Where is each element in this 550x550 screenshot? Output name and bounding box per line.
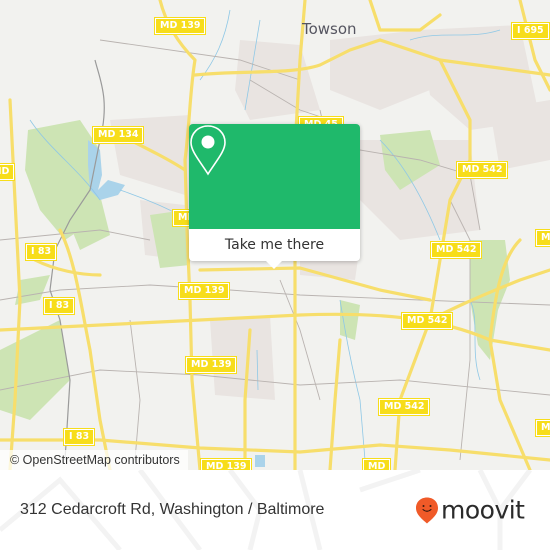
footer-bar: 312 Cedarcroft Rd, Washington / Baltimor… [0, 470, 550, 550]
map-attribution[interactable]: © OpenStreetMap contributors [0, 450, 188, 470]
road-shield-md139: MD 139 [178, 282, 231, 300]
city-label-towson: Towson [302, 20, 357, 38]
road-shield-i83: I 83 [25, 243, 58, 261]
moovit-pin-smile-icon [416, 497, 438, 523]
road-shield-md542: MD 542 [401, 312, 454, 330]
map-view[interactable]: Towson MD 139 I 695 MD 134 MD 45 MD 542 … [0, 0, 550, 470]
address-text: 312 Cedarcroft Rd, Washington / Baltimor… [20, 501, 325, 518]
popup-pointer [266, 261, 282, 269]
road-shield-i83: I 83 [43, 297, 76, 315]
road-shield-md139: MD 139 [200, 458, 253, 470]
road-shield-md: MD [535, 229, 550, 247]
road-shield-i695: I 695 [511, 22, 550, 40]
location-popup: Take me there [189, 124, 360, 269]
map-pin-icon [190, 125, 226, 176]
road-shield-md542: MD 542 [456, 161, 509, 179]
popup-header [189, 124, 360, 229]
road-shield-md139: MD 139 [185, 356, 238, 374]
moovit-logo: moovit [415, 496, 525, 525]
road-shield-md139: MD 139 [154, 17, 207, 35]
road-shield-md: MD [0, 163, 16, 181]
road-shield-md542: MD [362, 458, 392, 470]
road-shield-md: MD [535, 419, 550, 437]
road-shield-md542: MD 542 [430, 241, 483, 259]
moovit-wordmark: moovit [441, 495, 525, 525]
road-shield-md542: MD 542 [378, 398, 431, 416]
road-shield-md134: MD 134 [92, 126, 145, 144]
road-shield-i83: I 83 [63, 428, 96, 446]
take-me-there-button[interactable]: Take me there [189, 229, 360, 261]
